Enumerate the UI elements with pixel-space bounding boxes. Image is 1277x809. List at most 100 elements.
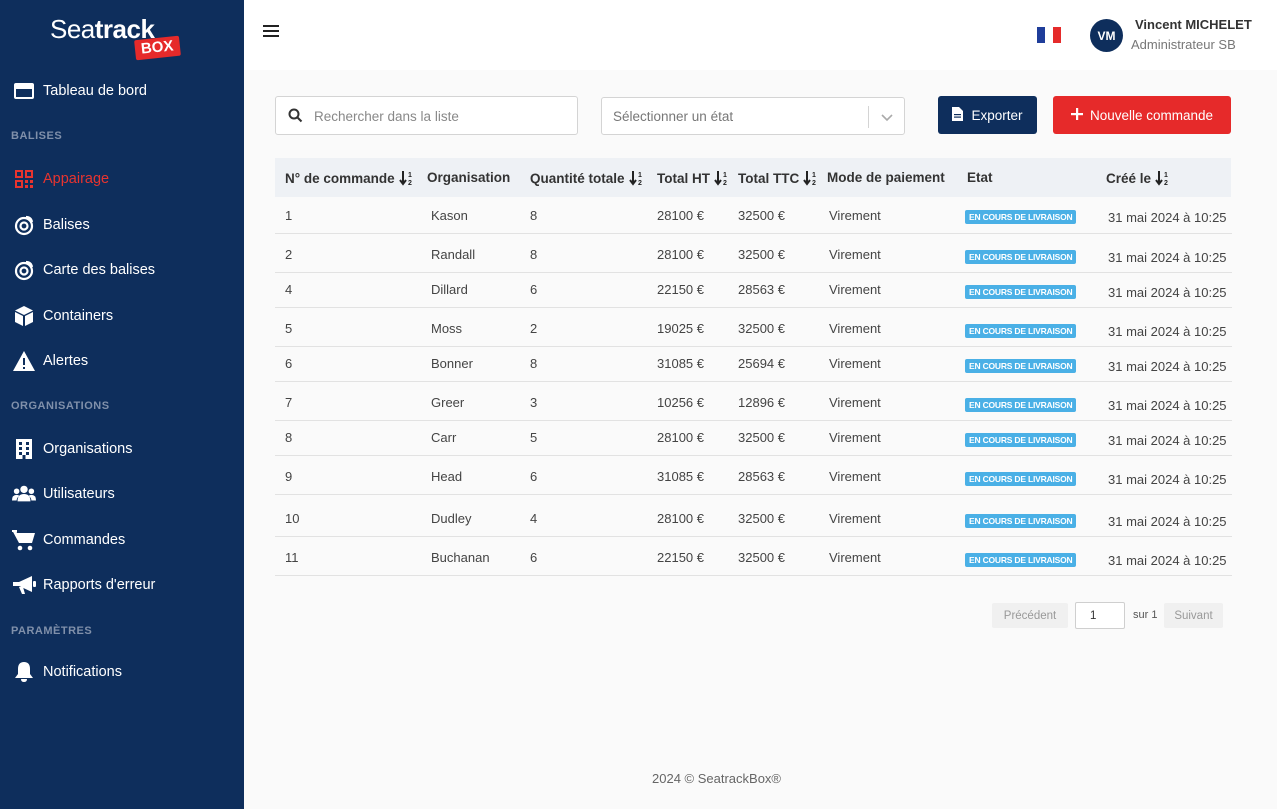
column-header-order-number[interactable]: N° de commande 12: [285, 170, 416, 187]
cell-organisation: Head: [431, 469, 463, 484]
cell-order-number: 10: [285, 511, 300, 526]
svg-text:1: 1: [1164, 172, 1168, 179]
cell-total-ht: 31085 €: [657, 356, 704, 371]
column-header-total-quantity[interactable]: Quantité totale 12: [530, 170, 646, 187]
cell-total-ttc: 32500 €: [738, 430, 785, 445]
sidebar-item-label: Commandes: [43, 532, 126, 548]
sidebar-item-label: Carte des balises: [43, 262, 156, 278]
next-page-button[interactable]: Suivant: [1164, 603, 1223, 628]
svg-text:1: 1: [408, 172, 412, 179]
cell-quantity: 5: [530, 430, 538, 445]
user-name[interactable]: Vincent MICHELET: [1135, 17, 1252, 32]
cell-total-ht: 19025 €: [657, 321, 704, 336]
menu-toggle-icon[interactable]: [263, 25, 279, 39]
cell-order-number: 11: [285, 550, 299, 565]
table-row[interactable]: 11 Buchanan 6 22150 € 32500 € Virement E…: [275, 537, 1232, 576]
cell-total-ht: 10256 €: [657, 395, 704, 410]
cell-quantity: 8: [530, 247, 538, 262]
cell-total-ht: 22150 €: [657, 282, 704, 297]
cell-created-at: 31 mai 2024 à 10:25: [1108, 433, 1227, 448]
cell-total-ttc: 32500 €: [738, 208, 785, 223]
cell-organisation: Dillard: [431, 282, 468, 297]
svg-text:2: 2: [408, 180, 412, 186]
sort-icon: 12: [398, 171, 412, 186]
status-badge: EN COURS DE LIVRAISON: [965, 210, 1077, 224]
column-header-total-ht[interactable]: Total HT 12: [657, 170, 731, 187]
sidebar-item-label: Containers: [43, 308, 114, 324]
status-select[interactable]: Sélectionner un état: [601, 97, 905, 135]
search-box: [275, 96, 578, 135]
qr-code-icon: [12, 167, 36, 191]
status-badge: EN COURS DE LIVRAISON: [965, 472, 1077, 486]
cell-quantity: 8: [530, 356, 538, 371]
table-row[interactable]: 6 Bonner 8 31085 € 25694 € Virement EN C…: [275, 347, 1232, 382]
search-input[interactable]: [314, 105, 564, 127]
chevron-down-icon: [880, 110, 894, 128]
status-badge: EN COURS DE LIVRAISON: [965, 398, 1077, 412]
cell-quantity: 8: [530, 208, 538, 223]
plus-icon: [1070, 107, 1083, 123]
sidebar-item-dashboard[interactable]: Tableau de bord: [0, 73, 244, 109]
footer-copyright: 2024 © SeatrackBox®: [652, 771, 782, 786]
cell-organisation: Dudley: [431, 511, 472, 526]
table-row[interactable]: 8 Carr 5 28100 € 32500 € Virement EN COU…: [275, 421, 1232, 456]
cell-organisation: Greer: [431, 395, 465, 410]
svg-text:2: 2: [723, 180, 727, 186]
svg-text:2: 2: [638, 180, 642, 186]
cell-order-number: 4: [285, 282, 293, 297]
cell-quantity: 4: [530, 511, 538, 526]
cell-total-ht: 28100 €: [657, 208, 704, 223]
cell-quantity: 2: [530, 321, 538, 336]
cell-organisation: Moss: [431, 321, 463, 336]
sidebar-item-notifications[interactable]: Notifications: [0, 654, 244, 690]
sidebar-item-containers[interactable]: Containers: [0, 298, 244, 334]
avatar[interactable]: VM: [1090, 19, 1123, 52]
sidebar-item-commandes[interactable]: Commandes: [0, 522, 244, 558]
table-row[interactable]: 5 Moss 2 19025 € 32500 € Virement EN COU…: [275, 308, 1232, 347]
status-badge: EN COURS DE LIVRAISON: [965, 324, 1077, 338]
svg-text:2: 2: [1164, 180, 1168, 186]
section-header-organisations: ORGANISATIONS: [11, 400, 110, 412]
column-header-created-at[interactable]: Créé le 12: [1106, 170, 1172, 187]
new-order-button[interactable]: Nouvelle commande: [1053, 96, 1231, 134]
sidebar-item-rapports-erreur[interactable]: Rapports d'erreur: [0, 567, 244, 603]
cell-order-number: 8: [285, 430, 293, 445]
table-row[interactable]: 7 Greer 3 10256 € 12896 € Virement EN CO…: [275, 382, 1232, 421]
cell-order-number: 9: [285, 469, 293, 484]
table-row[interactable]: 10 Dudley 4 28100 € 32500 € Virement EN …: [275, 495, 1232, 537]
cell-quantity: 6: [530, 469, 538, 484]
sidebar-item-organisations[interactable]: Organisations: [0, 431, 244, 467]
cell-total-ht: 28100 €: [657, 430, 704, 445]
cell-created-at: 31 mai 2024 à 10:25: [1108, 472, 1227, 487]
cell-payment-mode: Virement: [829, 356, 881, 371]
dashboard-icon: [12, 79, 36, 103]
export-button[interactable]: Exporter: [938, 96, 1037, 134]
seatrackbox-logo[interactable]: Seatrack BOX: [50, 12, 190, 64]
column-header-total-ttc[interactable]: Total TTC 12: [738, 170, 820, 187]
french-flag-icon[interactable]: [1037, 27, 1061, 43]
sidebar-item-appairage[interactable]: Appairage: [0, 161, 244, 197]
page-number-input[interactable]: [1075, 602, 1125, 629]
sidebar-item-balises[interactable]: Balises: [0, 207, 244, 243]
cell-order-number: 2: [285, 247, 293, 262]
sort-icon: 12: [1155, 171, 1168, 186]
cell-total-ht: 31085 €: [657, 469, 704, 484]
sidebar-item-utilisateurs[interactable]: Utilisateurs: [0, 476, 244, 512]
svg-text:1: 1: [723, 172, 727, 179]
sidebar-item-label: Utilisateurs: [43, 486, 115, 502]
table-row[interactable]: 2 Randall 8 28100 € 32500 € Virement EN …: [275, 234, 1232, 273]
logo-box: BOX: [134, 35, 181, 61]
previous-page-button[interactable]: Précédent: [992, 603, 1068, 628]
sidebar-item-label: Balises: [43, 217, 90, 233]
section-header-balises: BALISES: [11, 130, 63, 142]
table-row[interactable]: 4 Dillard 6 22150 € 28563 € Virement EN …: [275, 273, 1232, 308]
cell-total-ht: 28100 €: [657, 511, 704, 526]
sidebar-item-carte-balises[interactable]: Carte des balises: [0, 252, 244, 288]
table-row[interactable]: 9 Head 6 31085 € 28563 € Virement EN COU…: [275, 456, 1232, 495]
table-row[interactable]: 1 Kason 8 28100 € 32500 € Virement EN CO…: [275, 197, 1232, 234]
status-badge: EN COURS DE LIVRAISON: [965, 250, 1077, 264]
cell-created-at: 31 mai 2024 à 10:25: [1108, 210, 1227, 225]
cell-total-ttc: 28563 €: [738, 282, 785, 297]
cell-order-number: 6: [285, 356, 293, 371]
sidebar-item-alertes[interactable]: Alertes: [0, 343, 244, 379]
